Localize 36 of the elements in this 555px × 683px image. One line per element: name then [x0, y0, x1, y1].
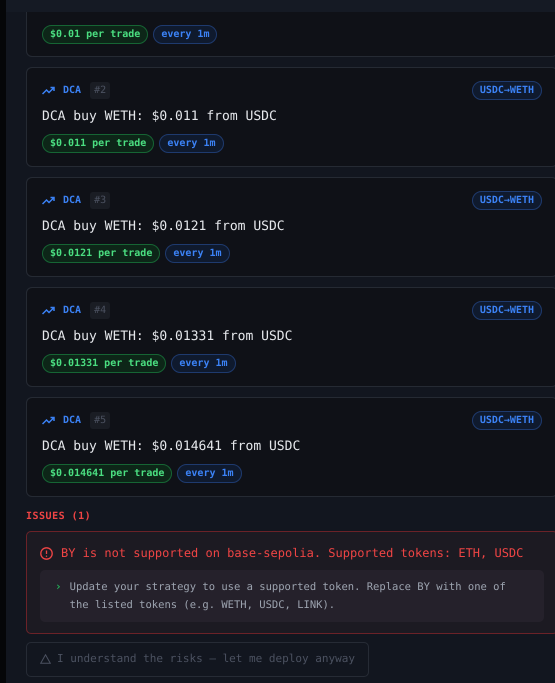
trend-up-icon: [42, 86, 55, 94]
pair-badge: USDC→WETH: [472, 190, 542, 210]
alert-icon: [40, 546, 53, 560]
strategy-index: #5: [90, 412, 110, 428]
strategy-type: DCA: [63, 414, 82, 428]
amount-badge: $0.014641 per trade: [42, 464, 172, 483]
strategy-description: DCA buy WETH: $0.01331 from USDC: [42, 328, 292, 346]
interval-badge: every 1m: [153, 25, 218, 44]
amount-badge: $0.011 per trade: [42, 134, 154, 153]
strategy-type: DCA: [63, 84, 82, 98]
pair-badge: USDC→WETH: [472, 300, 542, 320]
issue-message: BY is not supported on base-sepolia. Supported tokens: ETH, USDC: [61, 545, 524, 562]
strategy-type: DCA: [63, 194, 82, 208]
interval-badge: every 1m: [177, 464, 242, 483]
strategy-index: #3: [90, 192, 110, 208]
interval-badge: every 1m: [171, 354, 236, 373]
strategy-description: DCA buy WETH: $0.014641 from USDC: [42, 438, 300, 456]
strategy-index: #2: [90, 82, 110, 98]
interval-badge: every 1m: [159, 134, 224, 153]
amount-badge: $0.01 per trade: [42, 25, 148, 44]
trend-up-icon: [42, 416, 55, 424]
pair-badge: USDC→WETH: [472, 410, 542, 430]
issues-heading: ISSUES (1): [26, 510, 92, 524]
interval-badge: every 1m: [165, 244, 230, 263]
strategy-index: #4: [90, 302, 110, 318]
strategy-type: DCA: [63, 304, 82, 318]
trend-up-icon: [42, 196, 55, 204]
amount-badge: $0.01331 per trade: [42, 354, 166, 373]
strategy-description: DCA buy WETH: $0.011 from USDC: [42, 108, 277, 126]
issue-suggestion: Update your strategy to use a supported token. Replace BY with one of the listed tokens (e.g. WETH, USDC, LINK).: [70, 580, 507, 613]
amount-badge: $0.0121 per trade: [42, 244, 160, 263]
warning-icon: [40, 654, 51, 664]
trend-up-icon: [42, 306, 55, 314]
suggestion-marker: ›: [55, 579, 62, 595]
pair-badge: USDC→WETH: [472, 80, 542, 100]
strategy-description: DCA buy WETH: $0.0121 from USDC: [42, 218, 285, 236]
